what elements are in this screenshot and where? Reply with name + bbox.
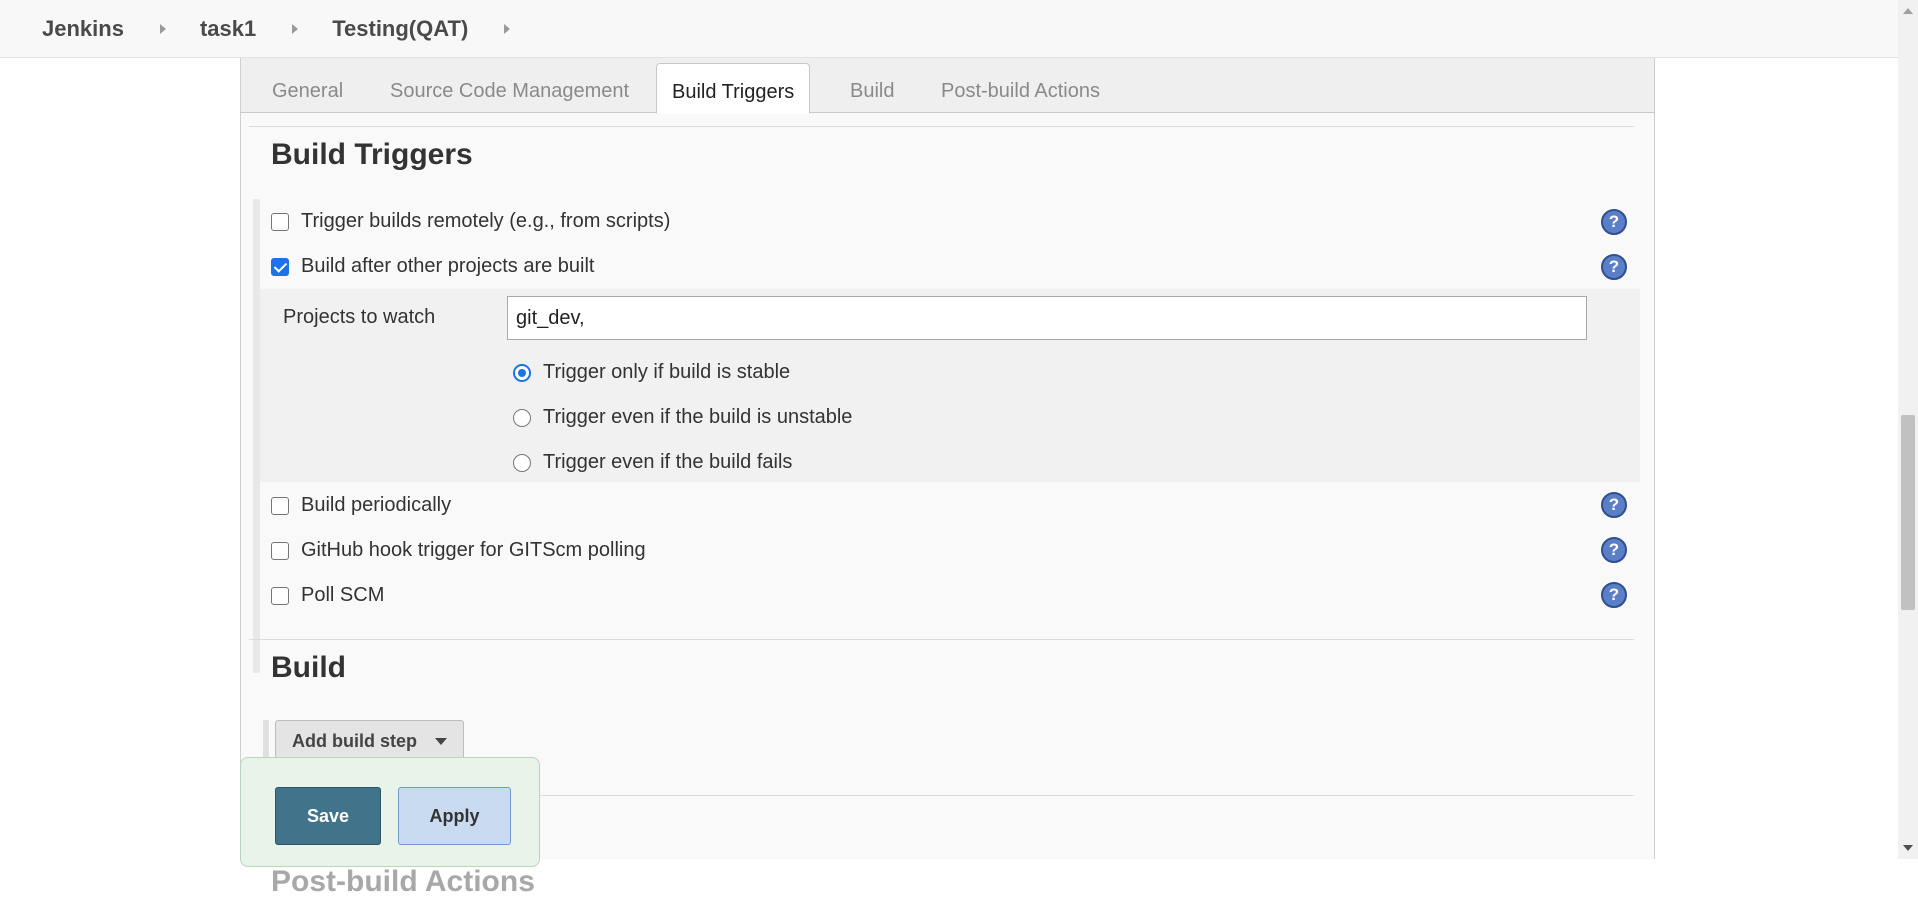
apply-button[interactable]: Apply <box>398 787 511 845</box>
github-hook-option[interactable]: GitHub hook trigger for GITScm polling <box>271 539 646 562</box>
radio-label[interactable]: Trigger even if the build fails <box>543 451 792 474</box>
help-icon[interactable]: ? <box>1601 537 1627 563</box>
add-build-step-label: Add build step <box>292 730 417 751</box>
scrollbar-thumb[interactable] <box>1901 415 1915 610</box>
build-periodically-checkbox[interactable] <box>271 496 289 515</box>
trigger-remotely-option[interactable]: Trigger builds remotely (e.g., from scri… <box>271 210 670 233</box>
breadcrumb-task1[interactable]: task1 <box>200 16 256 42</box>
breadcrumb-testing-qat[interactable]: Testing(QAT) <box>332 16 468 42</box>
section-accent-bar <box>253 199 260 673</box>
scrollbar[interactable] <box>1898 0 1918 859</box>
projects-to-watch-input[interactable]: git_dev, <box>507 296 1587 340</box>
poll-scm-checkbox[interactable] <box>271 586 289 605</box>
config-panel: General Source Code Management Build Tri… <box>240 58 1655 898</box>
projects-to-watch-label: Projects to watch <box>283 306 436 328</box>
tab-build-triggers[interactable]: Build Triggers <box>656 63 811 114</box>
section-divider <box>249 639 1634 640</box>
save-bar: Save Apply <box>240 757 540 867</box>
caret-down-icon <box>435 737 447 745</box>
help-icon[interactable]: ? <box>1601 492 1627 518</box>
help-icon[interactable]: ? <box>1601 209 1627 235</box>
help-icon[interactable]: ? <box>1601 254 1627 280</box>
poll-scm-label[interactable]: Poll SCM <box>301 584 384 607</box>
github-hook-checkbox[interactable] <box>271 541 289 560</box>
section-title-post-build: Post-build Actions <box>271 865 535 898</box>
radio-button[interactable] <box>513 453 531 472</box>
tab-post-build-actions[interactable]: Post-build Actions <box>941 80 1100 103</box>
scroll-up-icon[interactable] <box>1903 8 1913 14</box>
build-step-accent <box>263 720 269 762</box>
scroll-down-icon[interactable] <box>1903 845 1913 851</box>
radio-button[interactable] <box>513 408 531 427</box>
radio-label[interactable]: Trigger only if build is stable <box>543 361 790 384</box>
build-after-projects-label[interactable]: Build after other projects are built <box>301 255 595 278</box>
poll-scm-option[interactable]: Poll SCM <box>271 584 384 607</box>
radio-button[interactable] <box>513 363 531 382</box>
section-title-build-triggers: Build Triggers <box>271 138 473 171</box>
section-divider <box>249 126 1634 127</box>
chevron-right-icon[interactable] <box>159 23 166 34</box>
save-button[interactable]: Save <box>275 787 381 845</box>
tab-source-code-management[interactable]: Source Code Management <box>390 80 629 103</box>
build-periodically-option[interactable]: Build periodically <box>271 494 451 517</box>
trigger-remotely-checkbox[interactable] <box>271 212 289 231</box>
tab-general[interactable]: General <box>272 80 343 103</box>
help-icon[interactable]: ? <box>1601 582 1627 608</box>
radio-label[interactable]: Trigger even if the build is unstable <box>543 406 852 429</box>
radio-trigger-fails[interactable]: Trigger even if the build fails <box>513 451 792 474</box>
trigger-remotely-label[interactable]: Trigger builds remotely (e.g., from scri… <box>301 210 670 233</box>
build-periodically-label[interactable]: Build periodically <box>301 494 451 517</box>
tab-bar: General Source Code Management Build Tri… <box>241 58 1654 114</box>
tab-build[interactable]: Build <box>850 80 894 103</box>
chevron-right-icon[interactable] <box>292 23 299 34</box>
section-title-build: Build <box>271 651 346 684</box>
radio-trigger-unstable[interactable]: Trigger even if the build is unstable <box>513 406 852 429</box>
build-after-projects-checkbox[interactable] <box>271 257 289 276</box>
breadcrumb-jenkins[interactable]: Jenkins <box>42 16 124 42</box>
github-hook-label[interactable]: GitHub hook trigger for GITScm polling <box>301 539 646 562</box>
build-after-projects-option[interactable]: Build after other projects are built <box>271 255 595 278</box>
radio-trigger-stable[interactable]: Trigger only if build is stable <box>513 361 790 384</box>
add-build-step-button[interactable]: Add build step <box>275 720 464 762</box>
breadcrumb: Jenkins task1 Testing(QAT) <box>0 0 1898 58</box>
chevron-right-icon[interactable] <box>504 23 511 34</box>
